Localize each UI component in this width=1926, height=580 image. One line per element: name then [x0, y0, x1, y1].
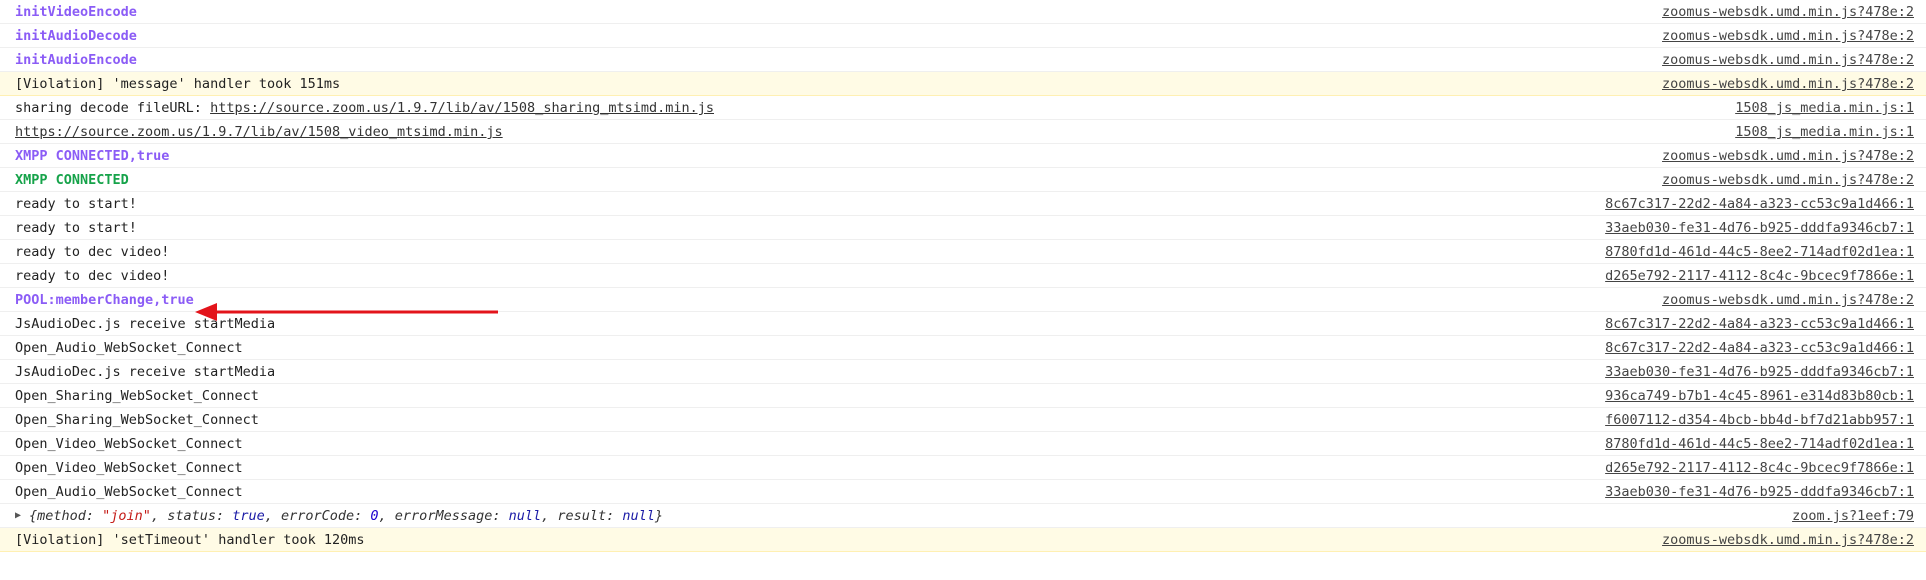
source-link[interactable]: 936ca749-b7b1-4c45-8961-e314d83b80cb:1	[1605, 384, 1914, 408]
object-string-value: "join"	[102, 508, 151, 524]
violation-row: [Violation] 'message' handler took 151ms…	[0, 72, 1926, 96]
source-link[interactable]: 8c67c317-22d2-4a84-a323-cc53c9a1d466:1	[1605, 312, 1914, 336]
log-row: Open_Video_WebSocket_Connect 8780fd1d-46…	[0, 432, 1926, 456]
log-row: Open_Sharing_WebSocket_Connect 936ca749-…	[0, 384, 1926, 408]
object-key: , errorCode:	[264, 508, 371, 524]
object-bool-value: true	[232, 508, 265, 524]
source-link[interactable]: zoomus-websdk.umd.min.js?478e:2	[1662, 528, 1914, 552]
red-arrow-annotation-icon	[195, 303, 498, 321]
source-link[interactable]: 1508_js_media.min.js:1	[1735, 120, 1914, 144]
log-message: JsAudioDec.js receive startMedia	[15, 364, 276, 380]
log-message: ready to start!	[15, 220, 137, 236]
log-row: ready to dec video! 8780fd1d-461d-44c5-8…	[0, 240, 1926, 264]
source-link[interactable]: zoomus-websdk.umd.min.js?478e:2	[1662, 72, 1914, 96]
log-message: XMPP CONNECTED	[15, 172, 129, 188]
log-message: initAudioDecode	[15, 28, 137, 44]
log-row: Open_Video_WebSocket_Connect d265e792-21…	[0, 456, 1926, 480]
log-row: https://source.zoom.us/1.9.7/lib/av/1508…	[0, 120, 1926, 144]
object-key: , status:	[150, 508, 233, 524]
source-link[interactable]: 8c67c317-22d2-4a84-a323-cc53c9a1d466:1	[1605, 192, 1914, 216]
log-message: Open_Audio_WebSocket_Connect	[15, 340, 243, 356]
expand-triangle-icon[interactable]: ▶	[15, 504, 21, 528]
log-message: Open_Sharing_WebSocket_Connect	[15, 388, 259, 404]
source-link[interactable]: 1508_js_media.min.js:1	[1735, 96, 1914, 120]
source-link[interactable]: 8c67c317-22d2-4a84-a323-cc53c9a1d466:1	[1605, 336, 1914, 360]
log-row: Open_Audio_WebSocket_Connect 8c67c317-22…	[0, 336, 1926, 360]
file-url-link[interactable]: https://source.zoom.us/1.9.7/lib/av/1508…	[210, 100, 714, 116]
log-row: ready to start! 8c67c317-22d2-4a84-a323-…	[0, 192, 1926, 216]
log-row: ready to dec video! d265e792-2117-4112-8…	[0, 264, 1926, 288]
log-message: XMPP CONNECTED,true	[15, 148, 170, 164]
log-message: Open_Video_WebSocket_Connect	[15, 460, 243, 476]
object-key: , errorMessage:	[378, 508, 509, 524]
source-link[interactable]: 8780fd1d-461d-44c5-8ee2-714adf02d1ea:1	[1605, 240, 1914, 264]
log-row: XMPP CONNECTED,true zoomus-websdk.umd.mi…	[0, 144, 1926, 168]
object-preview[interactable]: {method: "join", status: true, errorCode…	[29, 504, 663, 528]
object-key: , result:	[541, 508, 623, 524]
source-link[interactable]: f6007112-d354-4bcb-bb4d-bf7d21abb957:1	[1605, 408, 1914, 432]
source-link[interactable]: 33aeb030-fe31-4d76-b925-dddfa9346cb7:1	[1605, 480, 1914, 504]
source-link[interactable]: zoom.js?1eef:79	[1792, 504, 1914, 528]
file-url-link[interactable]: https://source.zoom.us/1.9.7/lib/av/1508…	[15, 120, 503, 144]
source-link[interactable]: d265e792-2117-4112-8c4c-9bcec9f7866e:1	[1605, 264, 1914, 288]
source-link[interactable]: zoomus-websdk.umd.min.js?478e:2	[1662, 288, 1914, 312]
log-row: initAudioEncode zoomus-websdk.umd.min.js…	[0, 48, 1926, 72]
log-message: initAudioEncode	[15, 52, 137, 68]
log-row: XMPP CONNECTED zoomus-websdk.umd.min.js?…	[0, 168, 1926, 192]
source-link[interactable]: zoomus-websdk.umd.min.js?478e:2	[1662, 0, 1914, 24]
log-row: Open_Audio_WebSocket_Connect 33aeb030-fe…	[0, 480, 1926, 504]
object-null-value: null	[508, 508, 542, 524]
log-row: initVideoEncode zoomus-websdk.umd.min.js…	[0, 0, 1926, 24]
log-row: initAudioDecode zoomus-websdk.umd.min.js…	[0, 24, 1926, 48]
object-number-value: 0	[370, 508, 379, 524]
source-link[interactable]: zoomus-websdk.umd.min.js?478e:2	[1662, 168, 1914, 192]
log-row: JsAudioDec.js receive startMedia 33aeb03…	[0, 360, 1926, 384]
log-prefix: sharing decode fileURL:	[15, 100, 211, 116]
source-link[interactable]: zoomus-websdk.umd.min.js?478e:2	[1662, 24, 1914, 48]
object-key: {method:	[29, 508, 103, 524]
violation-message: [Violation] 'setTimeout' handler took 12…	[15, 532, 365, 548]
object-row[interactable]: ▶ {method: "join", status: true, errorCo…	[0, 504, 1926, 528]
violation-message: [Violation] 'message' handler took 151ms	[15, 76, 341, 92]
violation-row: [Violation] 'setTimeout' handler took 12…	[0, 528, 1926, 552]
log-message: ready to dec video!	[15, 244, 170, 260]
log-message: ready to dec video!	[15, 268, 170, 284]
console-log: initVideoEncode zoomus-websdk.umd.min.js…	[0, 0, 1926, 552]
log-message: initVideoEncode	[15, 4, 137, 20]
object-brace: }	[654, 508, 664, 524]
source-link[interactable]: 33aeb030-fe31-4d76-b925-dddfa9346cb7:1	[1605, 360, 1914, 384]
object-null-value: null	[622, 508, 655, 524]
source-link[interactable]: zoomus-websdk.umd.min.js?478e:2	[1662, 144, 1914, 168]
log-message: POOL:memberChange,true	[15, 292, 194, 308]
log-message: Open_Video_WebSocket_Connect	[15, 436, 243, 452]
log-row: sharing decode fileURL: https://source.z…	[0, 96, 1926, 120]
log-row: ready to start! 33aeb030-fe31-4d76-b925-…	[0, 216, 1926, 240]
log-message: Open_Sharing_WebSocket_Connect	[15, 412, 259, 428]
log-message: sharing decode fileURL: https://source.z…	[15, 96, 714, 120]
log-row: Open_Sharing_WebSocket_Connect f6007112-…	[0, 408, 1926, 432]
source-link[interactable]: 33aeb030-fe31-4d76-b925-dddfa9346cb7:1	[1605, 216, 1914, 240]
source-link[interactable]: zoomus-websdk.umd.min.js?478e:2	[1662, 48, 1914, 72]
log-message: ready to start!	[15, 196, 137, 212]
source-link[interactable]: d265e792-2117-4112-8c4c-9bcec9f7866e:1	[1605, 456, 1914, 480]
log-message: Open_Audio_WebSocket_Connect	[15, 484, 243, 500]
source-link[interactable]: 8780fd1d-461d-44c5-8ee2-714adf02d1ea:1	[1605, 432, 1914, 456]
